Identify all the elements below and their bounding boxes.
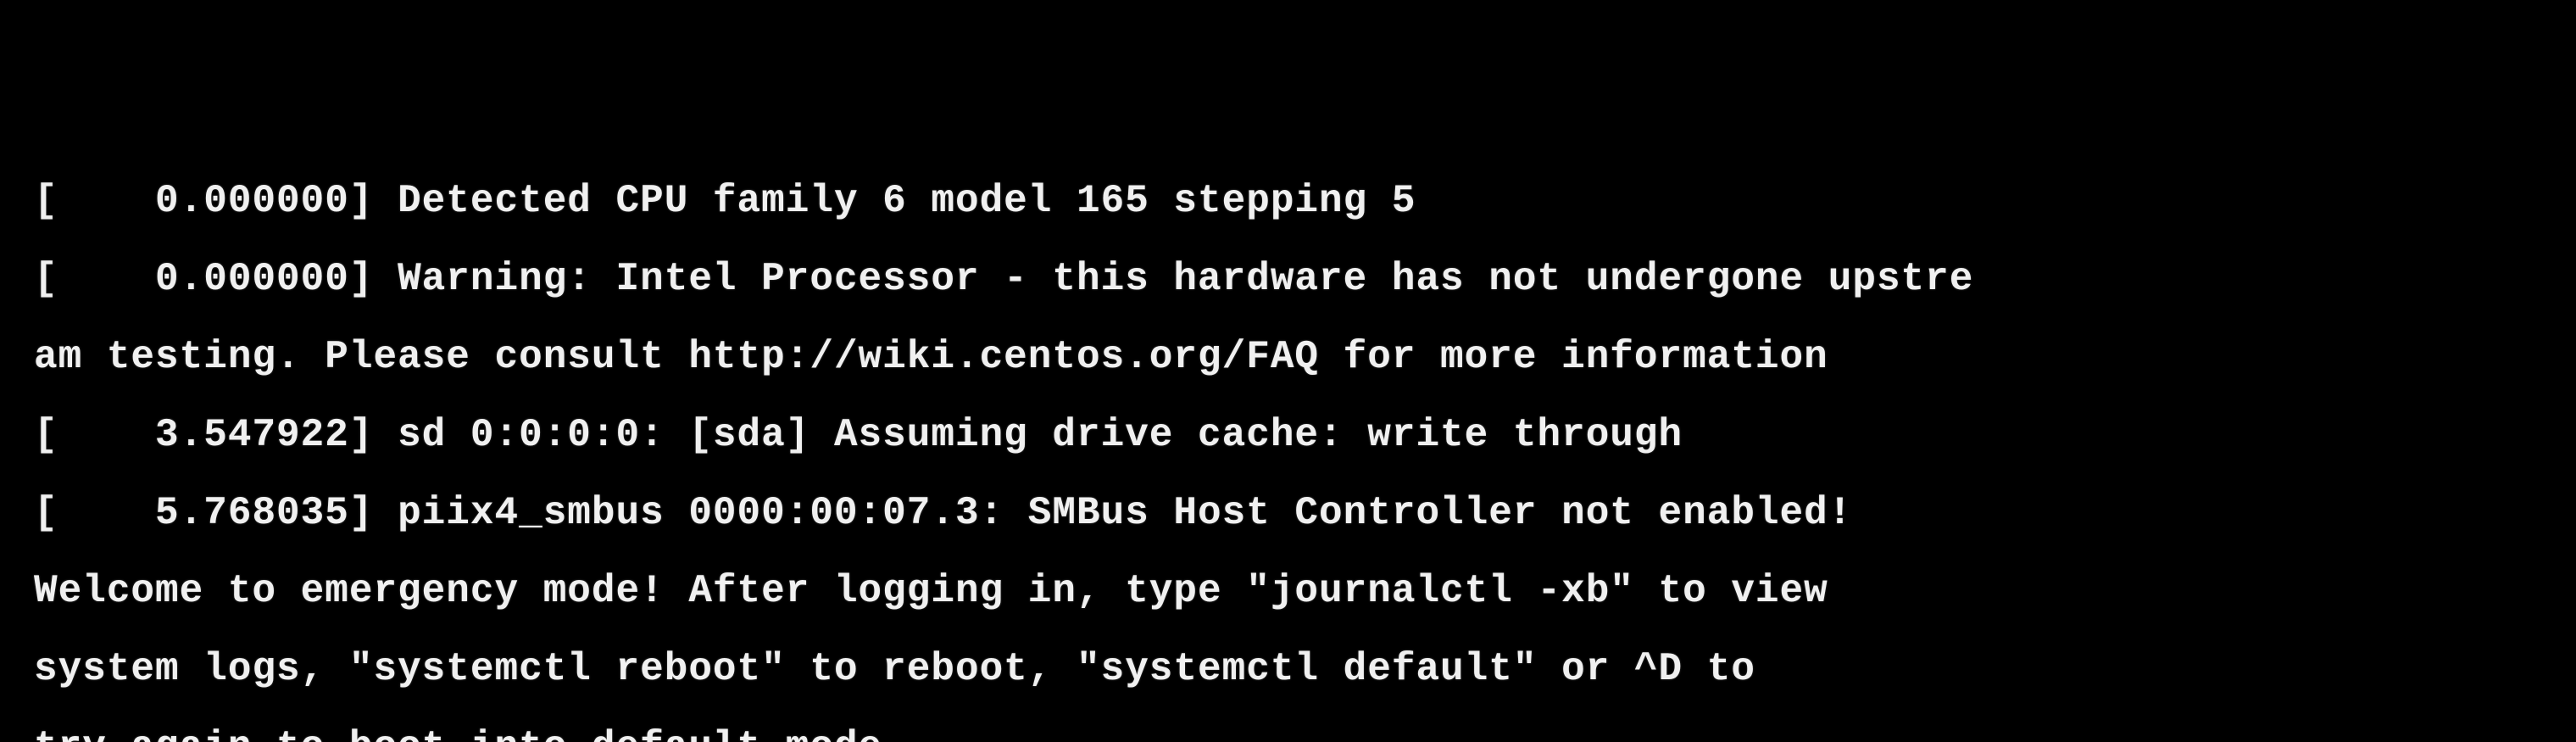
kernel-log-line: [ 3.547922] sd 0:0:0:0: [sda] Assuming d… <box>34 416 2542 455</box>
kernel-log-line: [ 5.768035] piix4_smbus 0000:00:07.3: SM… <box>34 494 2542 533</box>
emergency-mode-message: Welcome to emergency mode! After logging… <box>34 572 2542 611</box>
emergency-mode-message: try again to boot into default mode. <box>34 728 2542 742</box>
kernel-log-line: [ 0.000000] Detected CPU family 6 model … <box>34 181 2542 220</box>
emergency-mode-message: system logs, "systemctl reboot" to reboo… <box>34 650 2542 689</box>
kernel-log-line: [ 0.000000] Warning: Intel Processor - t… <box>34 259 2542 298</box>
kernel-log-line: am testing. Please consult http://wiki.c… <box>34 338 2542 377</box>
